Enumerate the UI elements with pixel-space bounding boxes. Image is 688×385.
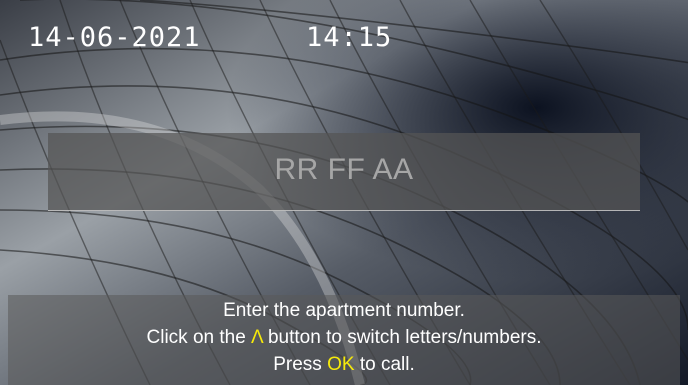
intercom-screen: 14-06-2021 14:15 RR FF AA Enter the apar… — [0, 0, 688, 385]
instruction-call-prefix: Press — [273, 354, 328, 375]
apartment-entry-panel[interactable]: RR FF AA — [48, 133, 640, 211]
time-display: 14:15 — [306, 22, 393, 53]
instructions-panel: Enter the apartment number. Click on the… — [8, 295, 680, 385]
date-display: 14-06-2021 — [28, 22, 201, 53]
instruction-line-switch: Click on the Λ button to switch letters/… — [8, 324, 680, 351]
instruction-line-call: Press OK to call. — [8, 351, 680, 378]
switch-key-icon: Λ — [251, 327, 263, 348]
instruction-call-suffix: to call. — [354, 354, 415, 375]
status-bar: 14-06-2021 14:15 — [28, 22, 688, 56]
instruction-line-enter: Enter the apartment number. — [223, 300, 465, 321]
ok-key-label: OK — [327, 354, 355, 375]
apartment-number-display: RR FF AA — [274, 153, 414, 186]
instruction-switch-suffix: button to switch letters/numbers. — [262, 327, 542, 348]
instruction-switch-prefix: Click on the — [146, 327, 252, 348]
